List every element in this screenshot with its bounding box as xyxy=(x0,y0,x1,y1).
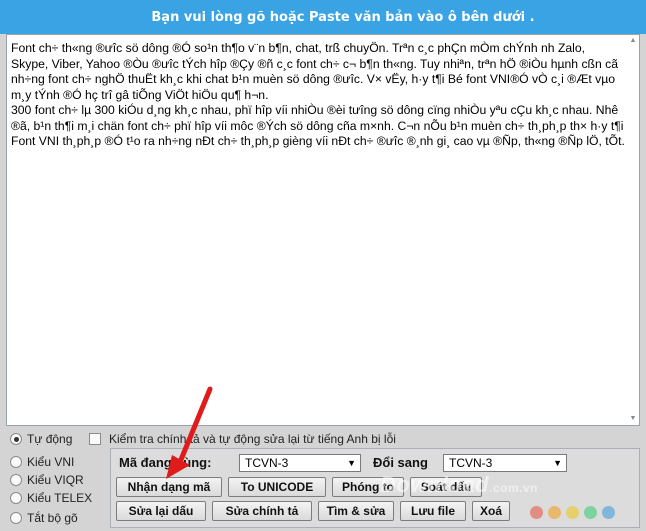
clear-button[interactable]: Xoá xyxy=(472,501,510,521)
target-encoding-value: TCVN-3 xyxy=(449,456,493,470)
mode-vni-label: Kiểu VNI xyxy=(27,455,75,469)
find-replace-button[interactable]: Tìm & sửa xyxy=(318,501,394,521)
radio-telex[interactable] xyxy=(10,492,22,504)
mode-viqr[interactable]: Kiểu VIQR xyxy=(10,473,84,487)
page-header: Bạn vui lòng gõ hoặc Paste văn bản vào ô… xyxy=(0,0,646,34)
save-file-button[interactable]: Lưu file xyxy=(400,501,466,521)
editor-paragraph-1: Font ch÷ th«ng ®ưîc sö dông ®Ó so¹n th¶o… xyxy=(11,41,619,102)
radio-auto[interactable] xyxy=(10,433,22,445)
spellcheck-option[interactable]: Kiểm tra chính tả và tự động sửa lại từ … xyxy=(89,432,396,446)
mode-telex-label: Kiểu TELEX xyxy=(27,491,93,505)
to-unicode-button[interactable]: To UNICODE xyxy=(228,477,326,497)
scroll-down-arrow-icon[interactable]: ▼ xyxy=(628,414,638,424)
mode-auto-label: Tự động xyxy=(27,432,73,446)
fix-spelling-button[interactable]: Sửa chính tả xyxy=(212,501,312,521)
mode-telex[interactable]: Kiểu TELEX xyxy=(10,491,92,505)
radio-off[interactable] xyxy=(10,512,22,524)
detect-encoding-button[interactable]: Nhận dạng mã xyxy=(116,477,222,497)
conversion-tools: Mã đang dùng: TCVN-3 ▼ Đổi sang TCVN-3 ▼… xyxy=(110,448,640,528)
header-title: Bạn vui lòng gõ hoặc Paste văn bản vào ô… xyxy=(151,9,535,25)
editor-paragraph-2: 300 font ch÷ lµ 300 kiÓu d¸ng kh¸c nhau,… xyxy=(11,103,625,148)
spellcheck-checkbox[interactable] xyxy=(89,433,101,445)
mode-auto[interactable]: Tự động xyxy=(10,432,72,446)
spellcheck-label: Kiểm tra chính tả và tự động sửa lại từ … xyxy=(109,432,396,446)
text-editor[interactable]: Font ch÷ th«ng ®ưîc sö dông ®Ó so¹n th¶o… xyxy=(6,34,640,426)
radio-viqr[interactable] xyxy=(10,474,22,486)
source-encoding-label: Mã đang dùng: xyxy=(119,455,212,470)
chevron-down-icon: ▼ xyxy=(553,458,562,468)
mode-vni[interactable]: Kiểu VNI xyxy=(10,455,74,469)
mode-viqr-label: Kiểu VIQR xyxy=(27,473,84,487)
zoom-in-button[interactable]: Phóng to xyxy=(332,477,404,497)
source-encoding-select[interactable]: TCVN-3 ▼ xyxy=(239,454,361,472)
check-accents-button[interactable]: Soát dấu xyxy=(410,477,482,497)
target-encoding-label: Đổi sang xyxy=(373,455,428,470)
radio-vni[interactable] xyxy=(10,456,22,468)
target-encoding-select[interactable]: TCVN-3 ▼ xyxy=(443,454,567,472)
fix-accents-button[interactable]: Sửa lại dấu xyxy=(116,501,206,521)
mode-off[interactable]: Tắt bộ gõ xyxy=(10,511,78,525)
control-panel: Tự động Kiểu VNI Kiểu VIQR Kiểu TELEX Tắ… xyxy=(0,427,646,531)
mode-off-label: Tắt bộ gõ xyxy=(27,511,78,525)
scroll-up-arrow-icon[interactable]: ▲ xyxy=(628,36,638,46)
source-encoding-value: TCVN-3 xyxy=(245,456,289,470)
chevron-down-icon: ▼ xyxy=(347,458,356,468)
